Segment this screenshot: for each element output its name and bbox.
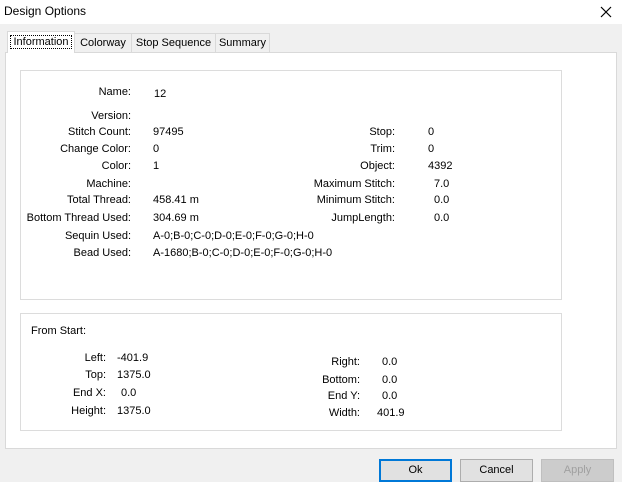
width-value: 401.9 xyxy=(377,407,405,419)
bottom-thread-value: 304.69 m xyxy=(153,212,199,224)
tab-stop-sequence[interactable]: Stop Sequence xyxy=(131,33,216,52)
bottom-thread-label: Bottom Thread Used: xyxy=(26,212,131,224)
stitch-count-label: Stitch Count: xyxy=(68,126,131,138)
max-stitch-label: Maximum Stitch: xyxy=(313,178,395,190)
stop-value: 0 xyxy=(428,126,435,138)
object-value: 4392 xyxy=(428,160,453,172)
total-thread-value: 458.41 m xyxy=(153,194,199,206)
min-stitch-value: 0.0 xyxy=(434,194,450,206)
top-value: 1375.0 xyxy=(117,369,151,381)
right-value: 0.0 xyxy=(382,356,398,368)
left-value: -401.9 xyxy=(117,352,149,364)
change-color-label: Change Color: xyxy=(60,143,131,155)
stop-label: Stop: xyxy=(369,126,395,138)
end-y-value: 0.0 xyxy=(382,390,398,402)
end-x-value: 0.0 xyxy=(121,387,137,399)
right-label: Right: xyxy=(331,356,360,368)
window-title: Design Options xyxy=(4,4,87,18)
color-value: 1 xyxy=(153,160,160,172)
close-button[interactable] xyxy=(590,0,622,24)
height-value: 1375.0 xyxy=(117,405,151,417)
version-label: Version: xyxy=(91,110,131,122)
sequin-value: A-0;B-0;C-0;D-0;E-0;F-0;G-0;H-0 xyxy=(153,230,314,242)
object-label: Object: xyxy=(360,160,395,172)
jump-length-value: 0.0 xyxy=(434,212,450,224)
trim-label: Trim: xyxy=(370,143,395,155)
title-bar: Design Options xyxy=(0,0,622,24)
top-label: Top: xyxy=(85,369,106,381)
close-icon xyxy=(600,6,612,18)
color-label: Color: xyxy=(101,160,131,172)
tab-colorway[interactable]: Colorway xyxy=(74,33,132,52)
jump-length-label: JumpLength: xyxy=(331,212,395,224)
machine-label: Machine: xyxy=(86,178,131,190)
min-stitch-label: Minimum Stitch: xyxy=(316,194,395,206)
total-thread-label: Total Thread: xyxy=(66,194,131,206)
tab-summary[interactable]: Summary xyxy=(215,33,270,52)
bottom-value: 0.0 xyxy=(382,374,398,386)
left-label: Left: xyxy=(84,352,106,364)
width-label: Width: xyxy=(328,407,360,419)
change-color-value: 0 xyxy=(153,143,160,155)
bead-label: Bead Used: xyxy=(73,247,131,259)
tab-information[interactable]: Information xyxy=(7,31,75,53)
trim-value: 0 xyxy=(428,143,435,155)
end-x-label: End X: xyxy=(72,387,106,399)
from-start-heading: From Start: xyxy=(31,325,87,337)
max-stitch-value: 7.0 xyxy=(434,178,450,190)
height-label: Height: xyxy=(71,405,106,417)
bottom-label: Bottom: xyxy=(322,374,360,386)
name-value: 12 xyxy=(154,88,167,100)
name-label: Name: xyxy=(98,86,131,98)
stitch-count-value: 97495 xyxy=(153,126,184,138)
sequin-label: Sequin Used: xyxy=(64,230,131,242)
end-y-label: End Y: xyxy=(327,390,360,402)
bead-value: A-1680;B-0;C-0;D-0;E-0;F-0;G-0;H-0 xyxy=(153,247,333,259)
